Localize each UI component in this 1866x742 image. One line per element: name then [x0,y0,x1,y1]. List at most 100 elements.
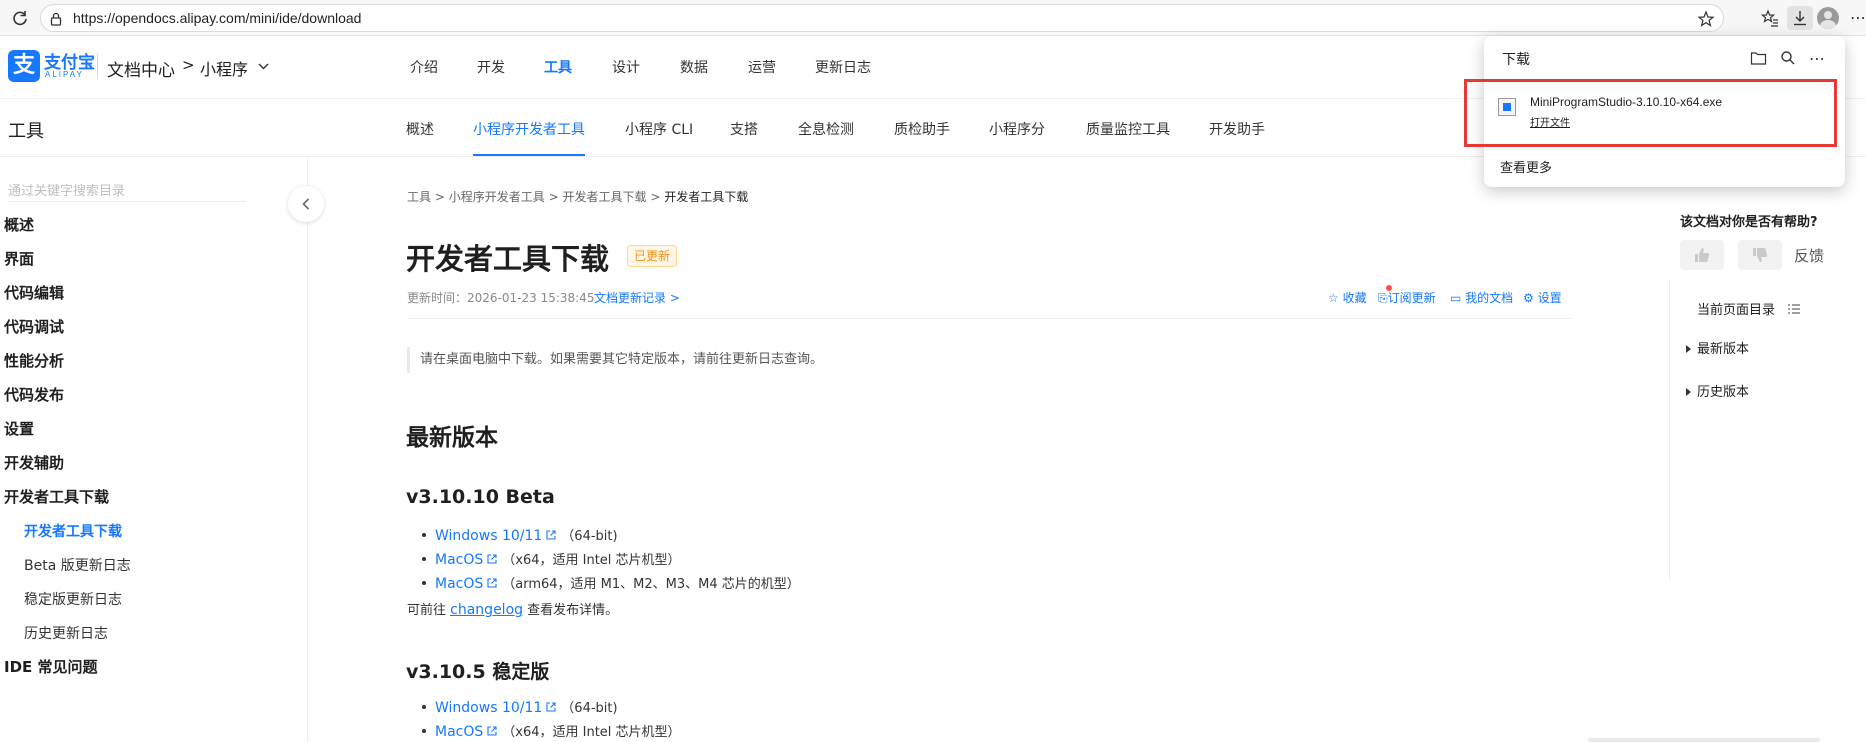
tab-data[interactable]: 数据 [680,57,708,77]
subtab-overview[interactable]: 概述 [406,119,434,139]
url-text[interactable]: https://opendocs.alipay.com/mini/ide/dow… [73,10,361,26]
tab-develop[interactable]: 开发 [477,57,505,77]
sidebar-item-publish[interactable]: 代码发布 [4,384,64,405]
address-bar[interactable]: https://opendocs.alipay.com/mini/ide/dow… [40,4,1724,32]
subscribe-label: 订阅更新 [1387,291,1436,305]
reload-icon[interactable] [10,8,30,28]
external-link-icon [487,578,497,588]
sidebar-item-interface[interactable]: 界面 [4,248,34,269]
breadcrumb-separator: > [434,190,445,204]
settings-action[interactable]: ⚙ 设置 [1523,289,1562,306]
breadcrumb-separator: > [650,190,661,204]
sidebar-subitem-download[interactable]: 开发者工具下载 [24,521,122,541]
collapse-sidebar-button[interactable] [288,186,324,222]
header-separator: > [182,56,195,74]
downloads-title: 下载 [1502,52,1530,68]
external-link-icon [546,702,556,712]
downloads-icon[interactable] [1787,6,1813,30]
subtab-zhida[interactable]: 支搭 [730,119,758,139]
stable-version-heading: v3.10.5 稳定版 [406,661,550,683]
doc-history-link[interactable]: 文档更新记录 > [594,289,680,306]
alipay-logo-icon[interactable]: 支 [8,50,40,82]
status-badge: 已更新 [627,245,678,267]
star-icon: ☆ [1328,291,1339,305]
my-docs-label: 我的文档 [1465,291,1514,305]
sidebar-item-performance[interactable]: 性能分析 [4,350,64,371]
tab-intro[interactable]: 介绍 [410,57,438,77]
macos-stable-download-link[interactable]: MacOS [435,724,483,740]
lock-icon [49,11,63,26]
feedback-link[interactable]: 反馈 [1794,245,1824,266]
list-item: Windows 10/11 （64-bit) [422,697,618,716]
breadcrumb-separator: > [548,190,559,204]
more-options-icon[interactable]: ⋯ [1807,48,1827,68]
sidebar-item-download[interactable]: 开发者工具下载 [4,486,109,507]
doc-center-link[interactable]: 文档中心 [107,56,175,81]
divider [97,54,98,78]
breadcrumb-link[interactable]: 开发者工具下载 [562,190,646,204]
toc-item-label: 最新版本 [1697,342,1750,357]
subtab-devtools[interactable]: 小程序开发者工具 [473,119,585,139]
favorite-action[interactable]: ☆ 收藏 [1328,289,1367,306]
product-selector[interactable]: 小程序 [200,56,248,80]
windows-download-link[interactable]: Windows 10/11 [435,528,542,544]
subtab-mini-score[interactable]: 小程序分 [989,119,1045,139]
sidebar-item-dev-aid[interactable]: 开发辅助 [4,452,64,473]
profile-avatar[interactable] [1817,7,1839,29]
subtab-dev-assistant[interactable]: 开发助手 [1209,119,1265,139]
subtab-qa-assistant[interactable]: 质检助手 [894,119,950,139]
open-folder-icon[interactable] [1748,48,1768,68]
divider [407,318,1571,319]
subtab-cli[interactable]: 小程序 CLI [625,119,693,139]
sidebar-subitem-history-log[interactable]: 历史更新日志 [24,623,108,643]
favorites-list-icon[interactable] [1757,6,1783,30]
tab-operations[interactable]: 运营 [748,57,776,77]
tab-design[interactable]: 设计 [612,57,640,77]
tab-changelog[interactable]: 更新日志 [815,57,871,77]
subscribe-action[interactable]: ⎘订阅更新 [1378,289,1436,306]
exe-file-icon [1498,98,1516,116]
search-icon[interactable] [1778,48,1798,68]
tab-tools[interactable]: 工具 [544,57,572,77]
toc-item-history[interactable]: 历史版本 [1686,381,1749,400]
breadcrumb-link[interactable]: 工具 [407,190,431,204]
sidebar-subitem-beta-log[interactable]: Beta 版更新日志 [24,555,131,575]
subtab-quality-monitor[interactable]: 质量监控工具 [1086,119,1170,139]
subtab-holo-check[interactable]: 全息检测 [798,119,854,139]
thumbs-down-button[interactable] [1738,240,1782,270]
downloads-popup: 下载 ⋯ MiniProgramStudio-3.10.10-x64.exe 打… [1464,36,1845,187]
sidebar-item-code-debug[interactable]: 代码调试 [4,316,64,337]
gear-icon: ⚙ [1523,291,1534,305]
sidebar-item-code-edit[interactable]: 代码编辑 [4,282,64,303]
breadcrumb-link[interactable]: 小程序开发者工具 [449,190,545,204]
subscribe-icon: ⎘ [1378,291,1388,305]
sidebar-item-faq[interactable]: IDE 常见问题 [4,656,98,677]
macos-arm64-download-link[interactable]: MacOS [435,576,483,592]
updated-time: 更新时间：2026-01-23 15:38:45 [407,291,595,305]
windows-stable-download-link[interactable]: Windows 10/11 [435,700,542,716]
toc-title: 当前页面目录 [1697,299,1801,318]
toc-item-latest[interactable]: 最新版本 [1686,338,1749,357]
my-docs-action[interactable]: ▭ 我的文档 [1450,289,1513,306]
browser-menu-icon[interactable]: ⋯ [1850,8,1866,27]
thumbs-up-button[interactable] [1680,240,1724,270]
favorite-star-icon[interactable] [1697,10,1715,28]
see-more-link[interactable]: 查看更多 [1500,157,1552,176]
macos-x64-download-link[interactable]: MacOS [435,552,483,568]
scrollbar[interactable] [1588,738,1820,742]
chevron-down-icon[interactable] [258,60,269,73]
favorite-label: 收藏 [1342,291,1367,305]
changelog-link[interactable]: changelog [450,602,523,618]
sidebar-item-overview[interactable]: 概述 [4,214,34,235]
sidebar: 通过关键字搜索目录 概述 界面 代码编辑 代码调试 性能分析 代码发布 设置 开… [0,158,308,742]
open-file-link[interactable]: 打开文件 [1530,114,1570,129]
sidebar-item-settings[interactable]: 设置 [4,418,34,439]
thumbs-down-icon [1753,248,1768,262]
toc-item-label: 历史版本 [1697,385,1750,400]
section-title: 工具 [8,121,44,142]
sidebar-search-input[interactable]: 通过关键字搜索目录 [8,180,246,202]
list-item: Windows 10/11 （64-bit) [422,525,618,544]
page-title: 开发者工具下载 [406,242,610,276]
sidebar-subitem-stable-log[interactable]: 稳定版更新日志 [24,589,122,609]
download-file-name[interactable]: MiniProgramStudio-3.10.10-x64.exe [1530,95,1722,109]
